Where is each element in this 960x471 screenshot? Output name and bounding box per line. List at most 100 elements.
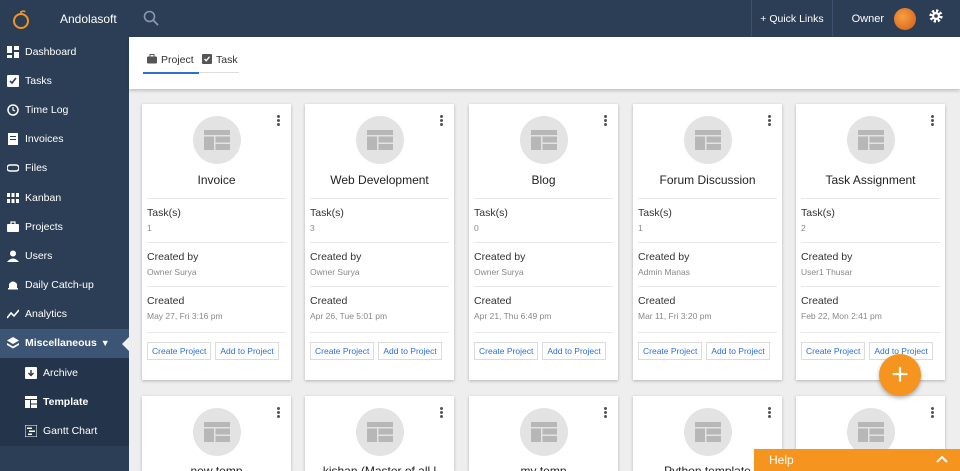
sidebar-item-label: Dashboard bbox=[25, 45, 77, 58]
sidebar-item-dashboard[interactable]: Dashboard bbox=[0, 37, 129, 66]
add-to-project-button[interactable]: Add to Project bbox=[378, 342, 442, 360]
active-tab-indicator bbox=[143, 72, 199, 74]
tasks-count: 1 bbox=[638, 223, 643, 233]
created-by-value: Admin Manas bbox=[638, 267, 690, 277]
more-vert-icon[interactable] bbox=[931, 406, 935, 419]
created-section: Created Mar 11, Fri 3:20 pm bbox=[638, 286, 777, 321]
sidebar-item-users[interactable]: Users bbox=[0, 241, 129, 270]
sidebar-item-time-log[interactable]: Time Log bbox=[0, 95, 129, 124]
template-icon bbox=[355, 116, 404, 164]
create-project-button[interactable]: Create Project bbox=[638, 342, 703, 360]
search-icon[interactable] bbox=[143, 10, 159, 31]
create-project-button[interactable]: Create Project bbox=[801, 342, 866, 360]
template-card[interactable]: my temp bbox=[469, 396, 618, 471]
add-to-project-button[interactable]: Add to Project bbox=[215, 342, 279, 360]
gantt-icon bbox=[24, 424, 38, 438]
help-bar[interactable]: Help bbox=[754, 449, 960, 471]
created-by-label: Created by bbox=[801, 251, 853, 263]
created-by-section: Created by Owner Surya bbox=[474, 242, 613, 277]
template-icon bbox=[683, 408, 732, 456]
sidebar-item-miscellaneous[interactable]: Miscellaneous ▼ bbox=[0, 328, 129, 359]
template-card[interactable]: Web Development Task(s) 3 Created by Owner S… bbox=[305, 104, 454, 380]
sidebar-item-analytics[interactable]: Analytics bbox=[0, 300, 129, 329]
quick-links-button[interactable]: + Quick Links bbox=[752, 13, 831, 25]
more-vert-icon[interactable] bbox=[440, 114, 444, 127]
created-date: May 27, Fri 3:16 pm bbox=[147, 311, 223, 321]
tab-project[interactable]: Project bbox=[147, 52, 194, 68]
created-by-label: Created by bbox=[638, 251, 690, 263]
created-by-section: Created by Owner Surya bbox=[147, 242, 286, 277]
more-vert-icon[interactable] bbox=[604, 406, 608, 419]
tasks-icon bbox=[6, 74, 20, 88]
created-by-value: User1 Thusar bbox=[801, 267, 853, 277]
template-card[interactable]: Invoice Task(s) 1 Created by Owner Surya Crea… bbox=[142, 104, 291, 380]
add-to-project-button[interactable]: Add to Project bbox=[542, 342, 606, 360]
tasks-count: 0 bbox=[474, 223, 479, 233]
template-card[interactable]: Task Assignment Task(s) 2 Created by User1 T… bbox=[796, 104, 945, 380]
add-to-project-button[interactable]: Add to Project bbox=[706, 342, 770, 360]
card-divider bbox=[801, 332, 940, 333]
template-card[interactable]: Blog Task(s) 0 Created by Owner Surya Created… bbox=[469, 104, 618, 380]
card-title: kishan (Master of all l bbox=[322, 464, 437, 471]
more-vert-icon[interactable] bbox=[277, 406, 281, 419]
sidebar-item-invoices[interactable]: Invoices bbox=[0, 125, 129, 154]
clock-icon bbox=[6, 103, 20, 117]
sidebar-item-projects[interactable]: Projects bbox=[0, 212, 129, 241]
briefcase-icon bbox=[6, 220, 20, 234]
card-divider bbox=[474, 332, 613, 333]
tasks-section: Task(s) 1 bbox=[147, 198, 286, 233]
tasks-label: Task(s) bbox=[801, 207, 835, 219]
more-vert-icon[interactable] bbox=[440, 406, 444, 419]
card-title: Task Assignment bbox=[825, 173, 916, 187]
create-project-button[interactable]: Create Project bbox=[310, 342, 375, 360]
add-template-button[interactable]: + bbox=[879, 354, 921, 396]
sidebar-item-gantt-chart[interactable]: Gantt Chart bbox=[0, 416, 129, 445]
more-vert-icon[interactable] bbox=[931, 114, 935, 127]
more-vert-icon[interactable] bbox=[768, 114, 772, 127]
owner-label[interactable]: Owner bbox=[833, 13, 894, 25]
create-project-button[interactable]: Create Project bbox=[147, 342, 212, 360]
template-card[interactable]: new temp bbox=[142, 396, 291, 471]
card-actions: Create Project Add to Project bbox=[638, 342, 770, 360]
created-by-value: Owner Surya bbox=[474, 267, 524, 277]
card-title: my temp bbox=[520, 464, 567, 471]
gear-icon[interactable] bbox=[928, 8, 944, 29]
card-divider bbox=[147, 332, 286, 333]
sidebar-item-daily-catch-up[interactable]: Daily Catch-up bbox=[0, 271, 129, 300]
card-actions: Create Project Add to Project bbox=[474, 342, 606, 360]
sidebar-item-kanban[interactable]: Kanban bbox=[0, 183, 129, 212]
tab-task[interactable]: Task bbox=[202, 52, 238, 68]
tasks-label: Task(s) bbox=[638, 207, 672, 219]
sidebar-item-archive[interactable]: Archive bbox=[0, 358, 129, 387]
sidebar-item-template[interactable]: Template bbox=[0, 387, 129, 416]
chevron-up-icon[interactable] bbox=[936, 453, 948, 468]
sidebar-item-tasks[interactable]: Tasks bbox=[0, 66, 129, 95]
created-by-label: Created by bbox=[474, 251, 526, 263]
sidebar-item-label: Invoices bbox=[25, 133, 64, 146]
card-title: Web Development bbox=[330, 173, 429, 187]
sidebar-item-label: Files bbox=[25, 162, 48, 175]
tasks-label: Task(s) bbox=[474, 207, 508, 219]
more-vert-icon[interactable] bbox=[604, 114, 608, 127]
avatar[interactable] bbox=[894, 7, 916, 30]
created-section: Created Apr 21, Thu 6:49 pm bbox=[474, 286, 613, 321]
tasks-section: Task(s) 1 bbox=[638, 198, 777, 233]
more-vert-icon[interactable] bbox=[768, 406, 772, 419]
template-icon bbox=[192, 116, 241, 164]
template-icon bbox=[192, 408, 241, 456]
created-label: Created bbox=[638, 295, 676, 307]
sidebar-item-files[interactable]: Files bbox=[0, 154, 129, 183]
top-bar-right: + Quick Links Owner bbox=[751, 0, 960, 37]
paperclip-icon bbox=[6, 161, 20, 175]
card-divider bbox=[638, 332, 777, 333]
template-card[interactable]: Forum Discussion Task(s) 1 Created by Admin … bbox=[633, 104, 782, 380]
tasks-section: Task(s) 0 bbox=[474, 198, 613, 233]
more-vert-icon[interactable] bbox=[277, 114, 281, 127]
template-card[interactable]: kishan (Master of all l bbox=[305, 396, 454, 471]
template-icon bbox=[355, 408, 404, 456]
user-icon bbox=[6, 249, 20, 263]
create-project-button[interactable]: Create Project bbox=[474, 342, 539, 360]
orange-fruit-logo[interactable] bbox=[0, 0, 42, 37]
dashboard-icon bbox=[6, 45, 20, 59]
card-actions: Create Project Add to Project bbox=[310, 342, 442, 360]
